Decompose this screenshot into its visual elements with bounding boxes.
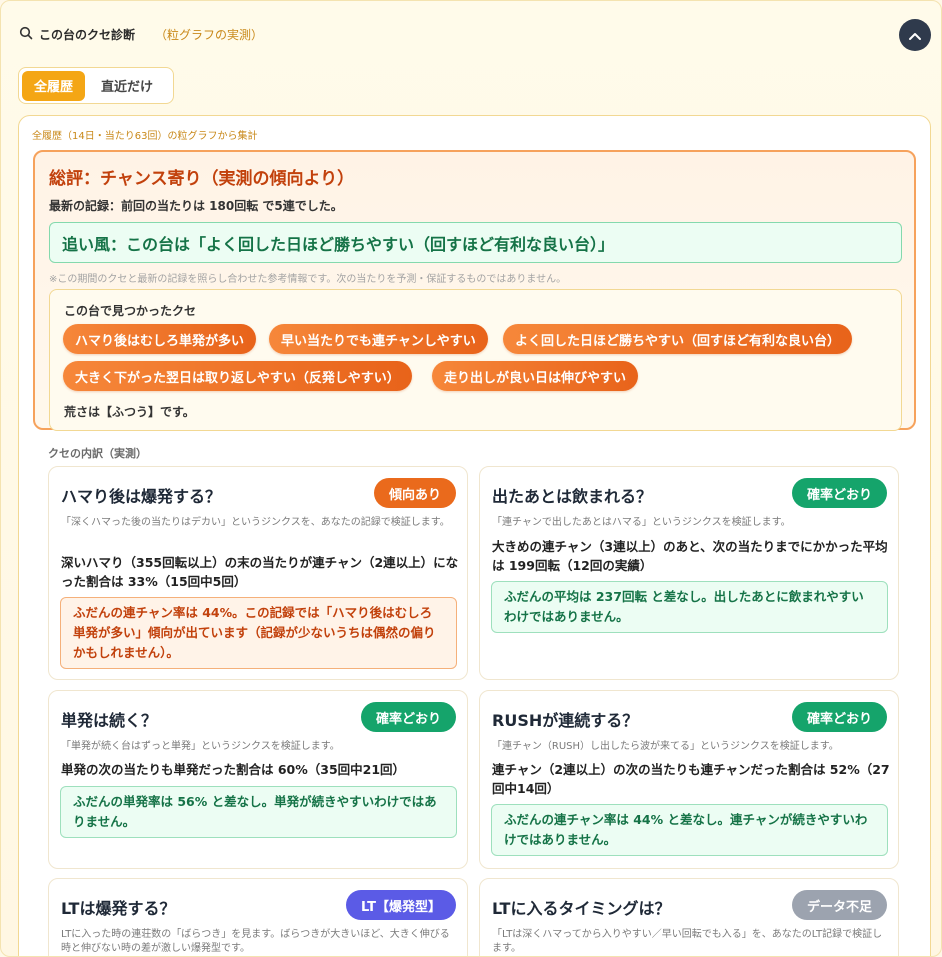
roughness-text: 荒さは【ふつう】です。 [64,405,195,419]
trait-card: 出たあとは飲まれる？ 確率どおり 「連チャンで出したあとはハマる」というジンクス… [479,466,899,680]
trait-card: 単発は続く？ 確率どおり 「単発が続く台はずっと単発」というジンクスを検証します… [48,690,468,869]
status-badge: 確率どおり [791,478,887,508]
found-traits-box: この台で見つかったクセ ハマり後はむしろ単発が多い 早い当たりでも連チャンしやす… [49,289,902,431]
trait-card: LTに入るタイミングは？ データ不足 「LTは深くハマってから入りやすい／早い回… [479,878,899,956]
card-description: 「連チャンで出したあとはハマる」というジンクスを検証します。 [492,517,791,528]
card-description: 「単発が続く台はずっと単発」というジンクスを検証します。 [61,741,340,752]
breakdown-label: クセの内訳（実測） [48,447,147,460]
card-title: LTは爆発する？ [61,899,176,918]
card-stat: 深いハマり（355回転以上）の末の当たりが連チャン（2連以上）になった割合は 3… [61,555,459,589]
status-badge: LT【爆発型】 [346,890,456,920]
card-note: ふだんの連チャン率は 44%。この記録では「ハマり後はむしろ単発が多い」傾向が出… [60,597,457,669]
collapse-button[interactable] [899,19,931,51]
trait-card: RUSHが連続する？ 確率どおり 「連チャン（RUSH）し出したら波が来てる」と… [479,690,899,869]
status-badge: 確率どおり [791,702,887,732]
card-title: 単発は続く？ [61,711,158,730]
trait-card: LTは爆発する？ LT【爆発型】 LTに入った時の連荘数の「ばらつき」を見ます。… [48,878,468,956]
card-title: 出たあとは飲まれる？ [492,487,653,506]
disclaimer: ※この期間のクセと最新の記録を照らし合わせた参考情報です。次の当たりを予測・保証… [49,274,567,285]
tab-recent-only[interactable]: 直近だけ [89,71,165,101]
trait-chip: 走り出しが良い日は伸びやすい [432,361,639,391]
card-title: ハマり後は爆発する？ [61,487,222,506]
diagnosis-panel: この台のクセ診断 （粒グラフの実測） 全履歴 直近だけ 全履歴（14日・当たり6… [0,0,942,957]
card-stat: 連チャン（2連以上）の次の当たりも連チャンだった割合は 52%（27回中14回） [492,762,890,796]
chevron-up-icon [908,26,922,45]
card-stat: 大きめの連チャン（3連以上）のあと、次の当たりまでにかかった平均は 199回転（… [492,539,888,573]
card-title: LTに入るタイミングは？ [492,899,671,918]
card-description: LTに入った時の連荘数の「ばらつき」を見ます。ばらつきが大きいほど、大きく伸びる… [61,929,450,954]
card-description: 「LTは深くハマってから入りやすい／早い回転でも入る」を、あなたのLT記録で検証… [492,929,883,954]
status-badge: データ不足 [791,890,887,920]
panel-header: この台のクセ診断 （粒グラフの実測） [19,25,263,44]
summary-title: 総評：チャンス寄り（実測の傾向より） [49,169,355,189]
found-traits-title: この台で見つかったクセ [64,304,197,318]
tab-all-history[interactable]: 全履歴 [22,70,86,101]
card-note: ふだんの平均は 237回転 と差なし。出したあとに飲まれやすいわけではありません… [491,581,888,633]
data-source-caption: 全履歴（14日・当たり63回）の粒グラフから集計 [32,131,258,142]
card-description: 「深くハマった後の当たりはデカい」というジンクスを、あなたの記録で検証します。 [61,517,450,528]
trait-chip: 早い当たりでも連チャンしやすい [269,324,488,354]
trait-chip: 大きく下がった翌日は取り返しやすい（反発しやすい） [63,361,412,391]
panel-title: この台のクセ診断 [39,28,136,42]
panel-subtitle: （粒グラフの実測） [155,28,264,42]
search-icon [19,25,33,44]
card-title: RUSHが連続する？ [492,711,639,730]
status-badge: 傾向あり [373,478,456,508]
card-description: 「連チャン（RUSH）し出したら波が来てる」というジンクスを検証します。 [492,741,839,752]
card-note: ふだんの連チャン率は 44% と差なし。連チャンが続きやすいわけではありません。 [491,804,888,856]
latest-record: 最新の記録：前回の当たりは 180回転 で5連でした。 [49,199,343,213]
trait-chip: よく回した日ほど勝ちやすい（回すほど有利な良い台） [503,324,853,354]
card-note: ふだんの単発率は 56% と差なし。単発が続きやすいわけではありません。 [60,786,457,838]
tailwind-banner: 追い風：この台は「よく回した日ほど勝ちやすい（回すほど有利な良い台）」 [49,222,902,263]
range-tabs: 全履歴 直近だけ [18,67,174,104]
summary-box: 総評：チャンス寄り（実測の傾向より） 最新の記録：前回の当たりは 180回転 で… [33,150,916,431]
card-stat: 単発の次の当たりも単発だった割合は 60%（35回中21回） [61,762,406,777]
status-badge: 確率どおり [360,702,456,732]
trait-card: ハマり後は爆発する？ 傾向あり 「深くハマった後の当たりはデカい」というジンクス… [48,466,468,680]
trait-chip: ハマり後はむしろ単発が多い [63,324,257,354]
